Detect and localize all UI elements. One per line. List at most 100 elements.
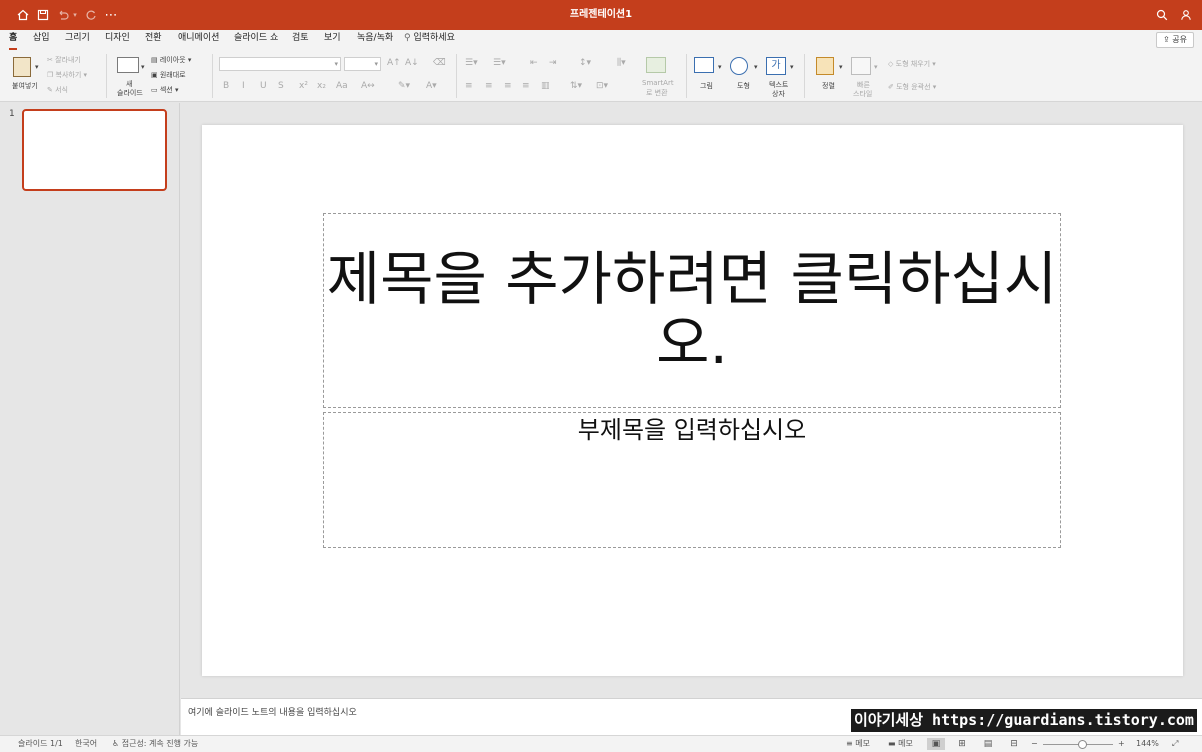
columns-icon[interactable]: ⫼▾ [617,58,626,68]
smartart-label: SmartArt [642,79,674,87]
line-spacing-icon[interactable]: ↕▾ [579,58,591,68]
new-slide-dropdown-icon[interactable]: ▾ [141,63,145,71]
superscript-icon[interactable]: x² [299,81,308,91]
quick-styles-dropdown-icon[interactable]: ▾ [874,63,878,71]
tab-animations[interactable]: 애니메이션 [178,30,219,50]
brush-icon: ✎ [47,86,53,94]
shape-outline-button[interactable]: ✐ 도형 윤곽선 ▾ [888,82,936,92]
scissors-icon: ✂ [47,56,53,64]
increase-font-icon[interactable]: A↑ [387,58,401,68]
decrease-indent-icon[interactable]: ⇤ [530,58,538,68]
align-right-icon[interactable]: ≡ [504,81,512,91]
clear-format-icon[interactable]: ⌫ [433,58,446,68]
text-direction-icon[interactable]: ⇅▾ [570,81,582,91]
increase-indent-icon[interactable]: ⇥ [549,58,557,68]
zoom-slider-thumb[interactable] [1077,740,1087,749]
share-button[interactable]: ⇪ 공유 [1156,32,1194,48]
textbox-dropdown-icon[interactable]: ▾ [790,63,794,71]
search-icon[interactable] [1153,0,1171,30]
bullets-icon[interactable]: ☰▾ [465,58,478,68]
share-label: 공유 [1172,35,1187,44]
zoom-out-icon[interactable]: − [1031,736,1038,752]
undo-dropdown-icon[interactable]: ▾ [70,0,80,30]
section-label: 섹션 [159,86,173,94]
save-icon[interactable] [34,0,52,30]
notes-placeholder: 여기에 슬라이드 노트의 내용을 입력하십시오 [188,708,357,718]
accessibility-status[interactable]: ♿ 접근성: 계속 진행 가능 [112,736,198,752]
account-icon[interactable] [1177,0,1195,30]
picture-dropdown-icon[interactable]: ▾ [718,63,722,71]
slideshow-view-icon[interactable]: ⊟ [1005,738,1023,750]
align-center-icon[interactable]: ≡ [485,81,493,91]
font-name-combo[interactable]: ▾ [219,57,341,71]
slide-canvas[interactable]: 제목을 추가하려면 클릭하십시오. 부제목을 입력하십시오 [202,125,1183,676]
tab-record[interactable]: 녹음/녹화 [357,30,393,50]
subscript-icon[interactable]: x₂ [317,81,326,91]
language-indicator[interactable]: 한국어 [75,736,97,752]
change-case-icon[interactable]: Aa [336,81,348,91]
bold-icon[interactable]: B [223,81,229,91]
justify-icon[interactable]: ≡ [522,81,530,91]
reading-view-icon[interactable]: ▤ [979,738,997,750]
distributed-icon[interactable]: ▥ [541,81,550,91]
shape-label: 도형 [737,82,750,90]
subtitle-placeholder[interactable]: 부제목을 입력하십시오 [323,412,1061,548]
decrease-font-icon[interactable]: A↓ [405,58,419,68]
font-color-icon[interactable]: A▾ [426,81,437,91]
reset-button[interactable]: ▣ 원래대로 [151,70,186,80]
tab-transitions[interactable]: 전환 [145,30,162,50]
tab-draw[interactable]: 그리기 [65,30,90,50]
title-placeholder[interactable]: 제목을 추가하려면 클릭하십시오. [323,213,1061,408]
copy-button[interactable]: ❐ 복사하기 ▾ [47,70,87,80]
slide-thumbnail[interactable] [22,109,167,191]
home-icon[interactable] [14,0,32,30]
reset-label: 원래대로 [159,71,186,79]
paste-dropdown-icon[interactable]: ▾ [35,63,39,71]
tab-insert[interactable]: 삽입 [33,30,50,50]
tell-me-search[interactable]: ⚲ 입력하세요 [404,30,455,50]
align-text-icon[interactable]: ⊡▾ [596,81,608,91]
font-size-combo[interactable]: ▾ [344,57,381,71]
strikethrough-icon[interactable]: S [278,81,284,91]
section-button[interactable]: ▭ 섹션 ▾ [151,85,179,95]
underline-icon[interactable]: U [260,81,267,91]
comments-toggle[interactable]: ▬ 메모 [888,736,913,752]
zoom-in-icon[interactable]: + [1118,736,1125,752]
title-placeholder-text: 제목을 추가하려면 클릭하십시오. [326,244,1058,377]
document-title: 프레젠테이션1 [569,9,633,20]
layout-button[interactable]: ▤ 레이아웃 ▾ [151,55,191,65]
title-bar: ▾ ⋯ 프레젠테이션1 [0,0,1202,30]
highlight-icon[interactable]: ✎▾ [398,81,410,91]
share-icon: ⇪ [1163,35,1170,44]
shape-fill-button[interactable]: ◇ 도형 채우기 ▾ [888,59,936,69]
ribbon-separator [456,54,457,98]
redo-icon[interactable] [82,0,100,30]
align-left-icon[interactable]: ≡ [465,81,473,91]
layout-icon: ▤ [151,56,158,64]
tab-slideshow[interactable]: 슬라이드 쇼 [234,30,278,50]
accessibility-label: 접근성: 계속 진행 가능 [121,739,199,748]
cut-label: 잘라내기 [55,56,81,64]
tab-home[interactable]: 홈 [9,30,18,50]
tab-review[interactable]: 검토 [292,30,309,50]
tab-view[interactable]: 보기 [324,30,341,50]
shape-dropdown-icon[interactable]: ▾ [754,63,758,71]
more-icon[interactable]: ⋯ [102,0,120,30]
slide-thumbnails-pane: 1 [0,103,180,735]
accessibility-icon: ♿ [112,739,120,748]
arrange-dropdown-icon[interactable]: ▾ [839,63,843,71]
fit-to-window-icon[interactable]: ⤢ [1172,736,1178,752]
italic-icon[interactable]: I [242,81,245,91]
numbering-icon[interactable]: ☰▾ [493,58,506,68]
notes-toggle[interactable]: ≡ 메모 [846,736,870,752]
cut-button[interactable]: ✂ 잘라내기 [47,55,81,65]
copy-label: 복사하기 [55,71,82,79]
pen-icon: ✐ [888,83,894,91]
format-painter-button[interactable]: ✎ 서식 [47,85,68,95]
textbox-icon: 가 [766,57,786,75]
slide-sorter-icon[interactable]: ⊞ [953,738,971,750]
font-spacing-icon[interactable]: A↔ [361,81,375,91]
zoom-level[interactable]: 144% [1136,736,1159,752]
normal-view-icon[interactable]: ▣ [927,738,945,750]
tab-design[interactable]: 디자인 [105,30,130,50]
